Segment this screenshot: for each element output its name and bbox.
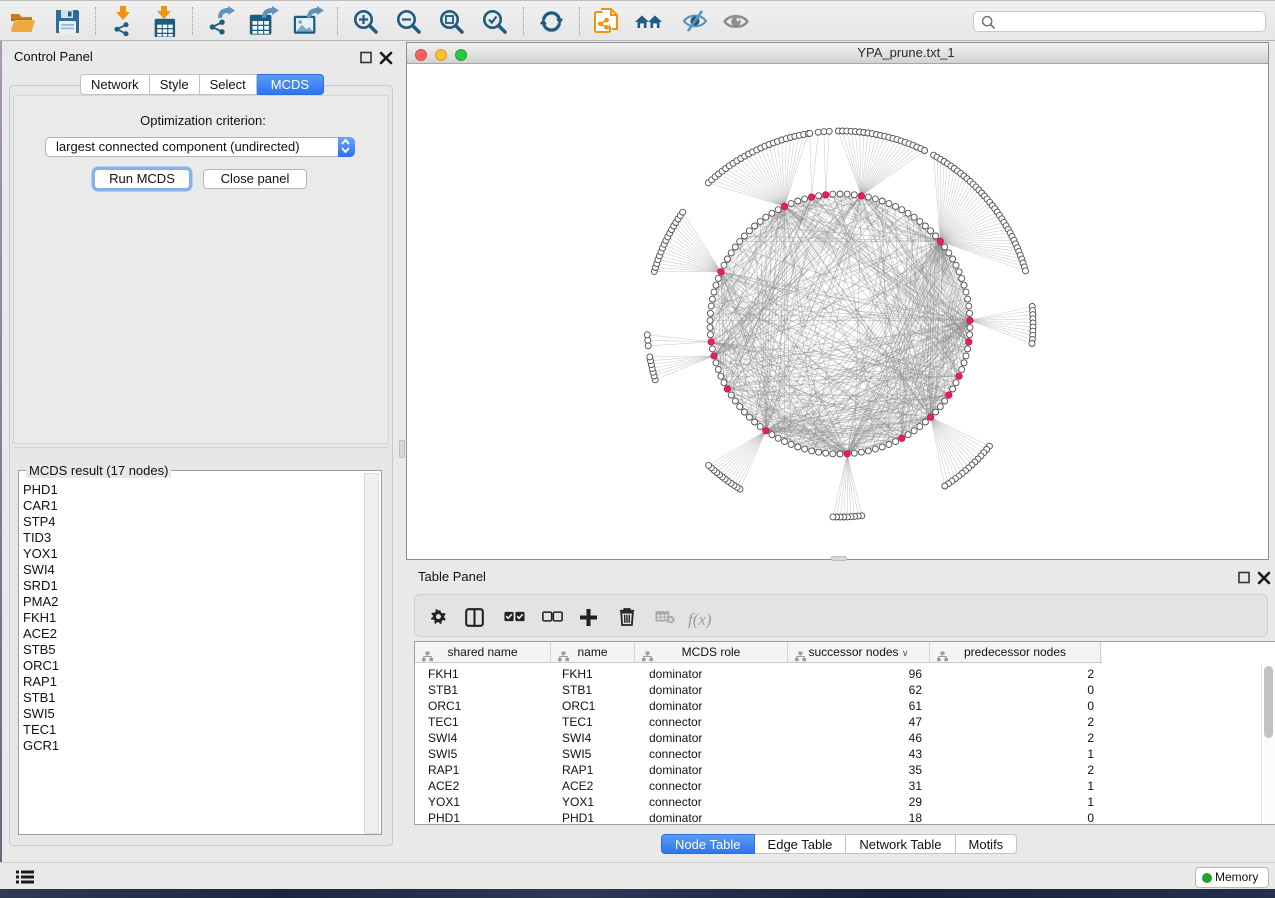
- svg-text:f(x): f(x): [688, 610, 712, 628]
